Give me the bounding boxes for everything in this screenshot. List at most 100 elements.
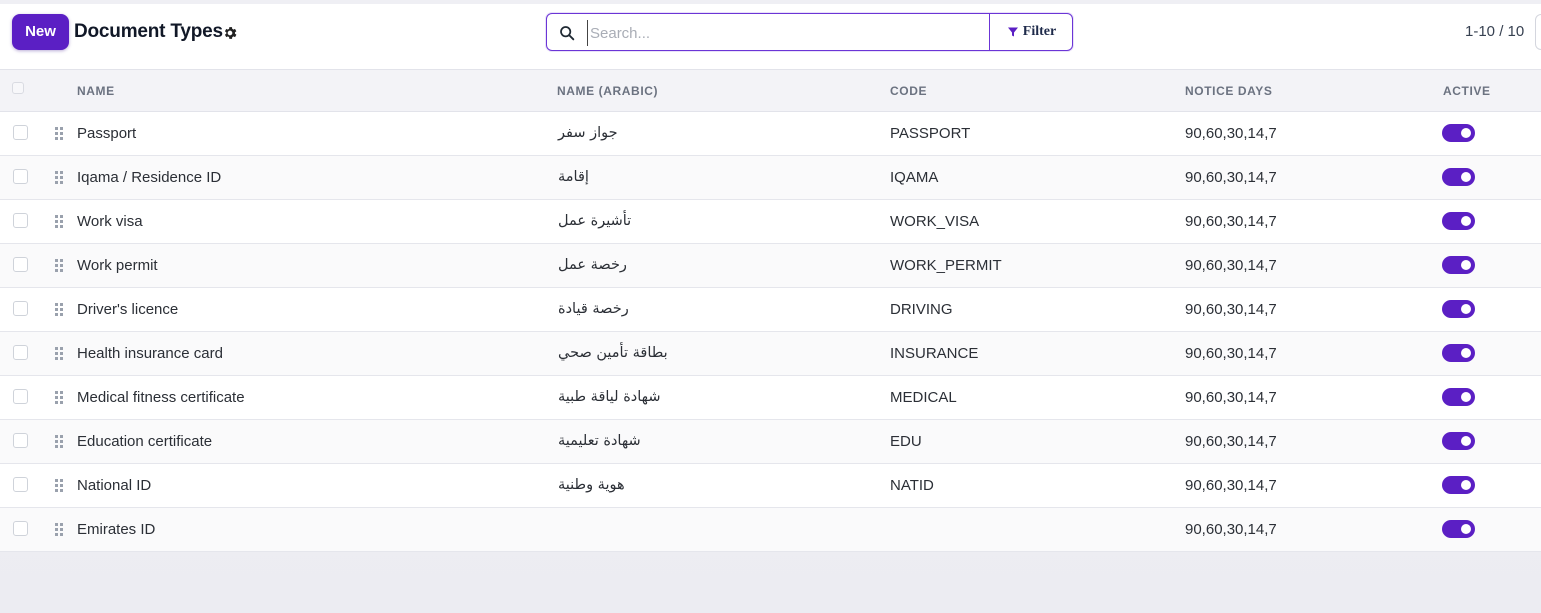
gear-icon[interactable] bbox=[222, 25, 238, 41]
cell-name-arabic: رخصة عمل bbox=[558, 257, 627, 273]
row-checkbox[interactable] bbox=[13, 433, 28, 448]
active-toggle[interactable] bbox=[1442, 388, 1475, 406]
row-checkbox[interactable] bbox=[13, 125, 28, 140]
table-body: Passport جواز سفر PASSPORT 90,60,30,14,7… bbox=[0, 112, 1541, 552]
drag-handle-icon[interactable] bbox=[54, 214, 64, 229]
active-toggle[interactable] bbox=[1442, 300, 1475, 318]
cell-name: Work visa bbox=[77, 213, 143, 230]
cell-notice-days: 90,60,30,14,7 bbox=[1185, 521, 1277, 538]
table-row[interactable]: Health insurance card بطاقة تأمين صحي IN… bbox=[0, 332, 1541, 376]
drag-handle-icon[interactable] bbox=[54, 258, 64, 273]
select-all-checkbox[interactable] bbox=[12, 82, 24, 94]
row-checkbox[interactable] bbox=[13, 257, 28, 272]
drag-handle-icon[interactable] bbox=[54, 302, 64, 317]
search-box: Filter bbox=[546, 13, 1073, 51]
active-toggle[interactable] bbox=[1442, 476, 1475, 494]
cell-name: Health insurance card bbox=[77, 345, 223, 362]
active-toggle[interactable] bbox=[1442, 520, 1475, 538]
new-button[interactable]: New bbox=[12, 14, 69, 50]
cell-name-arabic: رخصة قيادة bbox=[558, 301, 629, 317]
page-title: Document Types bbox=[74, 21, 223, 42]
active-toggle[interactable] bbox=[1442, 124, 1475, 142]
cell-notice-days: 90,60,30,14,7 bbox=[1185, 301, 1277, 318]
table-row[interactable]: Driver's licence رخصة قيادة DRIVING 90,6… bbox=[0, 288, 1541, 332]
table-row[interactable]: Passport جواز سفر PASSPORT 90,60,30,14,7 bbox=[0, 112, 1541, 156]
table-row[interactable]: Education certificate شهادة تعليمية EDU … bbox=[0, 420, 1541, 464]
active-toggle[interactable] bbox=[1442, 432, 1475, 450]
drag-handle-icon[interactable] bbox=[54, 170, 64, 185]
cell-name: Emirates ID bbox=[77, 521, 156, 538]
cell-code: MEDICAL bbox=[890, 389, 957, 406]
table-row[interactable]: Work visa تأشيرة عمل WORK_VISA 90,60,30,… bbox=[0, 200, 1541, 244]
active-toggle[interactable] bbox=[1442, 256, 1475, 274]
cell-name: National ID bbox=[77, 477, 152, 494]
drag-handle-icon[interactable] bbox=[54, 346, 64, 361]
table-row[interactable]: Medical fitness certificate شهادة لياقة … bbox=[0, 376, 1541, 420]
cell-code: IQAMA bbox=[890, 169, 939, 186]
column-header-name[interactable]: NAME bbox=[77, 84, 115, 98]
cell-notice-days: 90,60,30,14,7 bbox=[1185, 257, 1277, 274]
cell-name-arabic: هوية وطنية bbox=[558, 477, 625, 493]
table-header: NAME NAME (ARABIC) CODE NOTICE DAYS ACTI… bbox=[0, 70, 1541, 112]
pager-value[interactable]: 1-10 / 10 bbox=[1465, 23, 1524, 40]
filter-button[interactable]: Filter bbox=[989, 14, 1073, 50]
row-checkbox[interactable] bbox=[13, 477, 28, 492]
active-toggle[interactable] bbox=[1442, 168, 1475, 186]
cell-code: PASSPORT bbox=[890, 125, 971, 142]
funnel-icon bbox=[1007, 27, 1018, 37]
drag-handle-icon[interactable] bbox=[54, 434, 64, 449]
cell-name-arabic: بطاقة تأمين صحي bbox=[558, 345, 668, 361]
table-row[interactable]: National ID هوية وطنية NATID 90,60,30,14… bbox=[0, 464, 1541, 508]
column-header-code[interactable]: CODE bbox=[890, 84, 927, 98]
row-checkbox[interactable] bbox=[13, 521, 28, 536]
cell-notice-days: 90,60,30,14,7 bbox=[1185, 345, 1277, 362]
cell-name: Medical fitness certificate bbox=[77, 389, 245, 406]
active-toggle[interactable] bbox=[1442, 344, 1475, 362]
cell-code: WORK_VISA bbox=[890, 213, 980, 230]
cell-code: WORK_PERMIT bbox=[890, 257, 1002, 274]
document-types-table: NAME NAME (ARABIC) CODE NOTICE DAYS ACTI… bbox=[0, 70, 1541, 552]
cell-name: Driver's licence bbox=[77, 301, 179, 318]
drag-handle-icon[interactable] bbox=[54, 522, 64, 537]
cell-name-arabic: إقامة bbox=[558, 169, 589, 185]
cell-name: Education certificate bbox=[77, 433, 213, 450]
table-row[interactable]: Emirates ID 90,60,30,14,7 bbox=[0, 508, 1541, 552]
cell-name: Work permit bbox=[77, 257, 158, 274]
cell-name-arabic: شهادة تعليمية bbox=[558, 433, 641, 449]
column-header-active[interactable]: ACTIVE bbox=[1443, 84, 1491, 98]
table-row[interactable]: Work permit رخصة عمل WORK_PERMIT 90,60,3… bbox=[0, 244, 1541, 288]
cell-notice-days: 90,60,30,14,7 bbox=[1185, 433, 1277, 450]
top-divider bbox=[0, 0, 1541, 4]
cell-notice-days: 90,60,30,14,7 bbox=[1185, 125, 1277, 142]
cell-code: DRIVING bbox=[890, 301, 953, 318]
row-checkbox[interactable] bbox=[13, 169, 28, 184]
cell-name: Passport bbox=[77, 125, 137, 142]
row-checkbox[interactable] bbox=[13, 301, 28, 316]
cell-code: EDU bbox=[890, 433, 922, 450]
drag-handle-icon[interactable] bbox=[54, 126, 64, 141]
table-row[interactable]: Iqama / Residence ID إقامة IQAMA 90,60,3… bbox=[0, 156, 1541, 200]
column-header-name-arabic[interactable]: NAME (ARABIC) bbox=[557, 84, 658, 98]
drag-handle-icon[interactable] bbox=[54, 478, 64, 493]
cell-code: NATID bbox=[890, 477, 934, 494]
cell-name-arabic: جواز سفر bbox=[558, 125, 618, 141]
filter-label: Filter bbox=[1022, 24, 1057, 39]
row-checkbox[interactable] bbox=[13, 213, 28, 228]
row-checkbox[interactable] bbox=[13, 345, 28, 360]
cell-notice-days: 90,60,30,14,7 bbox=[1185, 213, 1277, 230]
drag-handle-icon[interactable] bbox=[54, 390, 64, 405]
control-panel: New Document Types Filter 1-10 / 10 bbox=[0, 0, 1541, 70]
cell-notice-days: 90,60,30,14,7 bbox=[1185, 477, 1277, 494]
cell-code: INSURANCE bbox=[890, 345, 979, 362]
cell-name-arabic: شهادة لياقة طبية bbox=[558, 389, 661, 405]
pager-prev-button[interactable] bbox=[1535, 14, 1541, 50]
cell-name-arabic: تأشيرة عمل bbox=[558, 213, 632, 229]
cell-name: Iqama / Residence ID bbox=[77, 169, 222, 186]
search-icon bbox=[560, 26, 575, 41]
column-header-notice-days[interactable]: NOTICE DAYS bbox=[1185, 84, 1273, 98]
cell-notice-days: 90,60,30,14,7 bbox=[1185, 389, 1277, 406]
search-input[interactable] bbox=[587, 20, 982, 46]
active-toggle[interactable] bbox=[1442, 212, 1475, 230]
row-checkbox[interactable] bbox=[13, 389, 28, 404]
cell-notice-days: 90,60,30,14,7 bbox=[1185, 169, 1277, 186]
